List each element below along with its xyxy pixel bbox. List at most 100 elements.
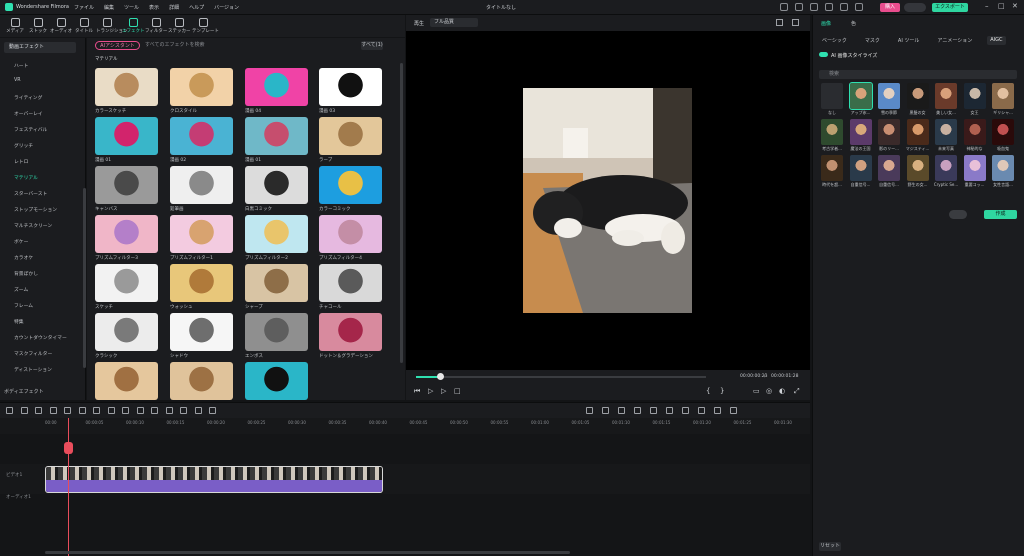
effect-card[interactable] <box>95 362 158 400</box>
minimize-icon[interactable]: – <box>985 2 989 10</box>
generate-button[interactable]: 作成 <box>984 210 1017 219</box>
category-item[interactable]: VR <box>14 78 21 83</box>
category-header[interactable]: 動画エフェクト <box>4 42 76 53</box>
monitor-icon[interactable] <box>780 3 788 11</box>
text-edit-icon[interactable] <box>93 407 100 414</box>
stabilize-icon[interactable] <box>194 407 202 414</box>
filter-all-dropdown[interactable]: すべて(1) <box>361 41 383 50</box>
cut-icon[interactable] <box>64 407 71 414</box>
category-item-active[interactable]: マテリアル <box>14 174 38 181</box>
export-button[interactable]: エクスポート <box>932 3 968 12</box>
play-icon[interactable]: ▷ <box>428 387 433 395</box>
ai-assistant-button[interactable]: AIアシスタント <box>95 41 140 50</box>
close-icon[interactable]: ✕ <box>1012 2 1018 10</box>
mark-out-icon[interactable]: } <box>720 387 724 395</box>
snap-icon[interactable] <box>666 407 673 414</box>
effect-card[interactable] <box>245 117 308 155</box>
effect-card[interactable] <box>245 166 308 204</box>
mark-in-icon[interactable]: { <box>706 387 710 395</box>
effect-card[interactable] <box>95 166 158 204</box>
style-thumb[interactable] <box>935 155 957 181</box>
tool-effects[interactable]: エフェクト <box>122 17 145 37</box>
cloud-icon[interactable] <box>810 3 818 11</box>
render-icon[interactable] <box>586 407 593 414</box>
style-thumb[interactable] <box>878 83 900 109</box>
ai-stylize-toggle[interactable] <box>819 52 828 57</box>
style-thumb[interactable] <box>906 155 929 181</box>
menu-edit[interactable]: 編集 <box>104 4 114 11</box>
effect-card[interactable] <box>245 362 308 400</box>
effect-card[interactable] <box>170 313 233 351</box>
subtab-basic[interactable]: ベーシック <box>819 36 850 45</box>
undo-icon[interactable] <box>20 407 28 414</box>
tool-title[interactable]: タイトル <box>73 17 95 37</box>
category-item[interactable]: マスクフィルター <box>14 350 52 357</box>
more-icon[interactable] <box>209 407 216 414</box>
menu-tools[interactable]: ツール <box>124 4 139 11</box>
style-thumb[interactable] <box>935 83 957 109</box>
quality-select[interactable]: フル品質 <box>430 18 478 27</box>
split-audio-icon[interactable] <box>650 407 657 414</box>
snapshot-icon[interactable] <box>776 19 783 26</box>
effect-card[interactable] <box>95 313 158 351</box>
style-thumb[interactable] <box>849 155 872 181</box>
effect-card[interactable] <box>319 264 382 302</box>
style-thumb[interactable] <box>849 119 872 145</box>
category-item[interactable]: ライティング <box>14 94 42 101</box>
style-thumb[interactable] <box>963 83 986 109</box>
crop-icon[interactable] <box>78 407 86 414</box>
tool-stickers[interactable]: ステッカー <box>168 17 191 37</box>
effect-card[interactable] <box>95 264 158 302</box>
tool-filters[interactable]: フィルター <box>145 17 167 37</box>
effect-card[interactable] <box>319 166 382 204</box>
tool-transition[interactable]: トランジション <box>96 17 128 37</box>
subtab-ai-tools[interactable]: AI ツール <box>895 36 923 45</box>
effect-card[interactable] <box>95 117 158 155</box>
effect-card[interactable] <box>170 215 233 253</box>
color-icon[interactable] <box>122 407 129 414</box>
effect-card[interactable] <box>95 215 158 253</box>
playhead-handle[interactable] <box>64 442 73 454</box>
reset-button[interactable]: リセット <box>819 542 841 551</box>
display-icon[interactable]: ▭ <box>753 387 760 395</box>
voice-icon[interactable] <box>618 407 625 414</box>
category-item[interactable]: オーバーレイ <box>14 110 43 117</box>
style-thumb[interactable] <box>992 119 1014 145</box>
effect-card[interactable] <box>170 362 233 400</box>
category-scrollbar[interactable] <box>83 188 86 368</box>
menu-view[interactable]: 表示 <box>149 4 159 11</box>
effect-card[interactable] <box>319 313 382 351</box>
marker-icon[interactable] <box>602 407 609 414</box>
style-none-thumb[interactable] <box>821 83 843 109</box>
mask-icon[interactable] <box>165 407 173 414</box>
timeline-ruler[interactable]: 00:00 00:00:05 00:00:10 00:00:15 00:00:20 00:… <box>0 418 810 434</box>
category-item[interactable]: スターバースト <box>14 190 47 197</box>
ai-cut-icon[interactable] <box>682 407 689 414</box>
notification-icon[interactable] <box>840 3 848 11</box>
effect-card[interactable] <box>319 117 382 155</box>
style-thumb[interactable] <box>992 83 1014 109</box>
subtab-aigc[interactable]: AIGC <box>987 36 1006 45</box>
effect-card[interactable] <box>95 68 158 106</box>
style-thumb[interactable] <box>906 119 929 145</box>
shield-icon[interactable] <box>634 407 641 414</box>
category-item[interactable]: ボケー <box>14 238 28 245</box>
category-item[interactable]: ハート <box>14 62 28 69</box>
category-item[interactable]: カラオケ <box>14 254 33 261</box>
category-item[interactable]: グリッチ <box>14 142 33 149</box>
style-thumb[interactable] <box>821 119 843 145</box>
category-item[interactable]: ディストーション <box>14 366 52 373</box>
category-item[interactable]: フレーム <box>14 302 33 309</box>
effect-card[interactable] <box>170 117 233 155</box>
menu-advanced[interactable]: 詳細 <box>169 4 179 11</box>
effect-card[interactable] <box>170 68 233 106</box>
account-toggle[interactable] <box>904 3 926 12</box>
style-thumb[interactable] <box>878 119 900 145</box>
category-item[interactable]: ズーム <box>14 286 28 293</box>
maximize-icon[interactable]: □ <box>998 2 1005 10</box>
redo-icon[interactable] <box>35 407 42 414</box>
effect-card[interactable] <box>245 68 308 106</box>
delete-icon[interactable] <box>49 407 57 414</box>
style-thumb[interactable] <box>878 155 900 181</box>
layout-icon[interactable] <box>795 3 803 11</box>
